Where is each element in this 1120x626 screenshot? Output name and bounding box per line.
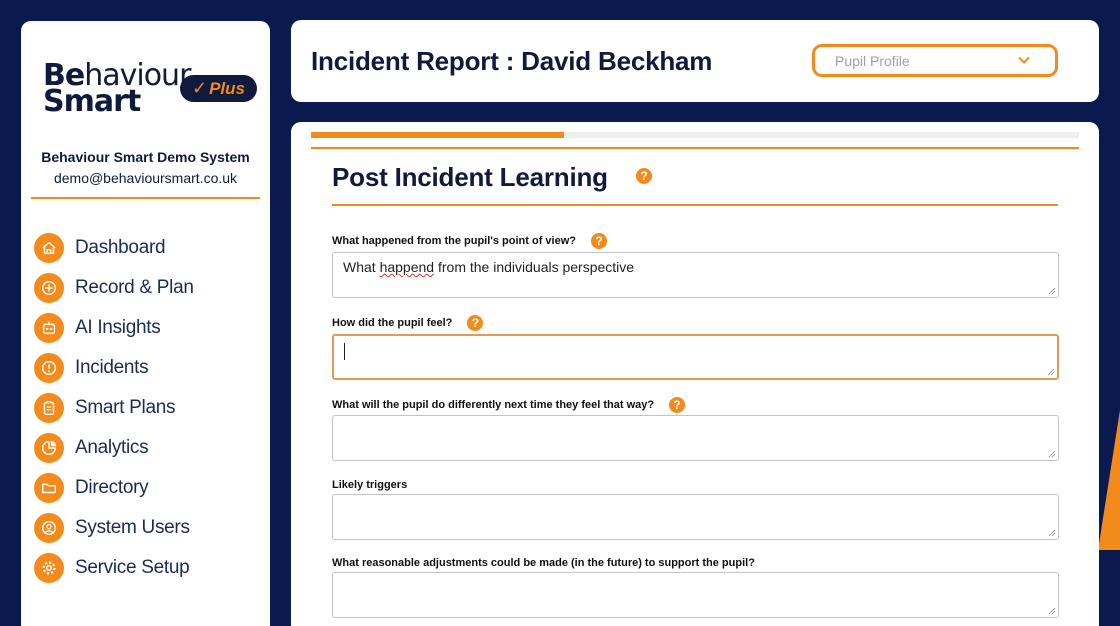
header-card: Incident Report : David Beckham Pupil Pr… xyxy=(291,20,1099,102)
plus-badge-label: Plus xyxy=(209,78,245,98)
sidebar-item-label: Analytics xyxy=(75,437,149,458)
page-title: Incident Report : David Beckham xyxy=(311,46,713,76)
sidebar-item-label: Dashboard xyxy=(75,237,166,258)
sidebar-item-service-setup[interactable]: Service Setup xyxy=(34,548,254,588)
pupil-profile-select[interactable]: Pupil Profile xyxy=(812,44,1058,77)
reasonable-adjustments-textarea[interactable] xyxy=(332,572,1059,618)
sidebar-item-dashboard[interactable]: Dashboard xyxy=(34,228,254,268)
resize-grip-icon[interactable] xyxy=(1048,607,1056,615)
help-icon[interactable]: ? xyxy=(591,233,607,249)
alert-icon xyxy=(34,353,64,383)
question-label-text: What will the pupil do differently next … xyxy=(332,399,655,411)
question-label: Likely triggers xyxy=(332,479,407,491)
home-icon xyxy=(34,233,64,263)
question-label: What happened from the pupil's point of … xyxy=(332,233,607,249)
gear-icon xyxy=(34,553,64,583)
sidebar-item-incidents[interactable]: Incidents xyxy=(34,348,254,388)
help-icon[interactable]: ? xyxy=(669,397,686,413)
resize-grip-icon[interactable] xyxy=(1048,287,1056,295)
question-label: What reasonable adjustments could be mad… xyxy=(332,557,755,569)
likely-triggers-textarea[interactable] xyxy=(332,494,1059,540)
pupil-profile-select-value: Pupil Profile xyxy=(835,52,910,69)
plus-circle-icon xyxy=(34,273,64,303)
section-title: Post Incident Learning xyxy=(332,162,608,192)
sidebar-divider xyxy=(31,197,260,199)
logo-text-smart: Smart xyxy=(43,84,141,119)
pupil-feeling-textarea[interactable] xyxy=(332,334,1059,380)
resize-grip-icon[interactable] xyxy=(1048,529,1056,537)
sidebar-item-label: System Users xyxy=(75,517,190,538)
folder-icon xyxy=(34,473,64,503)
textarea-value: What happend from the individuals perspe… xyxy=(343,259,635,275)
help-icon[interactable]: ? xyxy=(636,168,652,184)
sidebar-item-system-users[interactable]: System Users xyxy=(34,508,254,548)
sidebar-item-label: Record & Plan xyxy=(75,277,194,298)
sidebar: Behaviour Smart ✓ Plus Behaviour Smart De… xyxy=(21,21,270,626)
sidebar-item-label: Smart Plans xyxy=(75,397,176,418)
sidebar-item-label: Incidents xyxy=(75,357,149,378)
sidebar-item-analytics[interactable]: Analytics xyxy=(34,428,254,468)
help-icon[interactable]: ? xyxy=(467,315,484,331)
pupil-point-of-view-textarea[interactable]: What happend from the individuals perspe… xyxy=(332,252,1059,298)
incident-form-card: Post Incident Learning ? What happened f… xyxy=(291,122,1099,626)
question-label-text: How did the pupil feel? xyxy=(332,317,453,329)
sidebar-item-directory[interactable]: Directory xyxy=(34,468,254,508)
sidebar-nav: Dashboard Record & Plan AI Insights Inci… xyxy=(34,228,254,588)
sidebar-item-label: Service Setup xyxy=(75,557,190,578)
sidebar-item-record-plan[interactable]: Record & Plan xyxy=(34,268,254,308)
do-differently-textarea[interactable] xyxy=(332,415,1059,461)
clipboard-icon xyxy=(34,393,64,423)
org-name: Behaviour Smart Demo System xyxy=(41,149,250,165)
resize-grip-icon[interactable] xyxy=(1048,450,1056,458)
text-cursor xyxy=(344,343,345,360)
sidebar-item-ai-insights[interactable]: AI Insights xyxy=(34,308,254,348)
question-label-text: What reasonable adjustments could be mad… xyxy=(332,557,755,569)
sidebar-item-smart-plans[interactable]: Smart Plans xyxy=(34,388,254,428)
org-email: demo@behavioursmart.co.uk xyxy=(53,170,238,186)
plus-badge: ✓ Plus xyxy=(180,75,257,102)
progress-divider xyxy=(311,147,1079,149)
behaviour-smart-logo[interactable]: Behaviour Smart ✓ Plus xyxy=(43,61,263,141)
decorative-accent xyxy=(1098,410,1120,550)
progress-bar xyxy=(311,132,1079,138)
robot-icon xyxy=(34,313,64,343)
pie-chart-icon xyxy=(34,433,64,463)
question-label-text: Likely triggers xyxy=(332,479,408,491)
progress-bar-fill xyxy=(311,132,565,138)
chevron-down-icon xyxy=(1018,56,1030,64)
question-label: How did the pupil feel? ? xyxy=(332,315,484,331)
sidebar-item-label: AI Insights xyxy=(75,317,161,338)
check-icon: ✓ xyxy=(192,78,208,98)
question-label: What will the pupil do differently next … xyxy=(332,397,686,413)
sidebar-item-label: Directory xyxy=(75,477,149,498)
section-divider xyxy=(332,204,1058,206)
question-label-text: What happened from the pupil's point of … xyxy=(332,235,576,247)
resize-grip-icon[interactable] xyxy=(1047,368,1055,376)
user-icon xyxy=(34,513,64,543)
